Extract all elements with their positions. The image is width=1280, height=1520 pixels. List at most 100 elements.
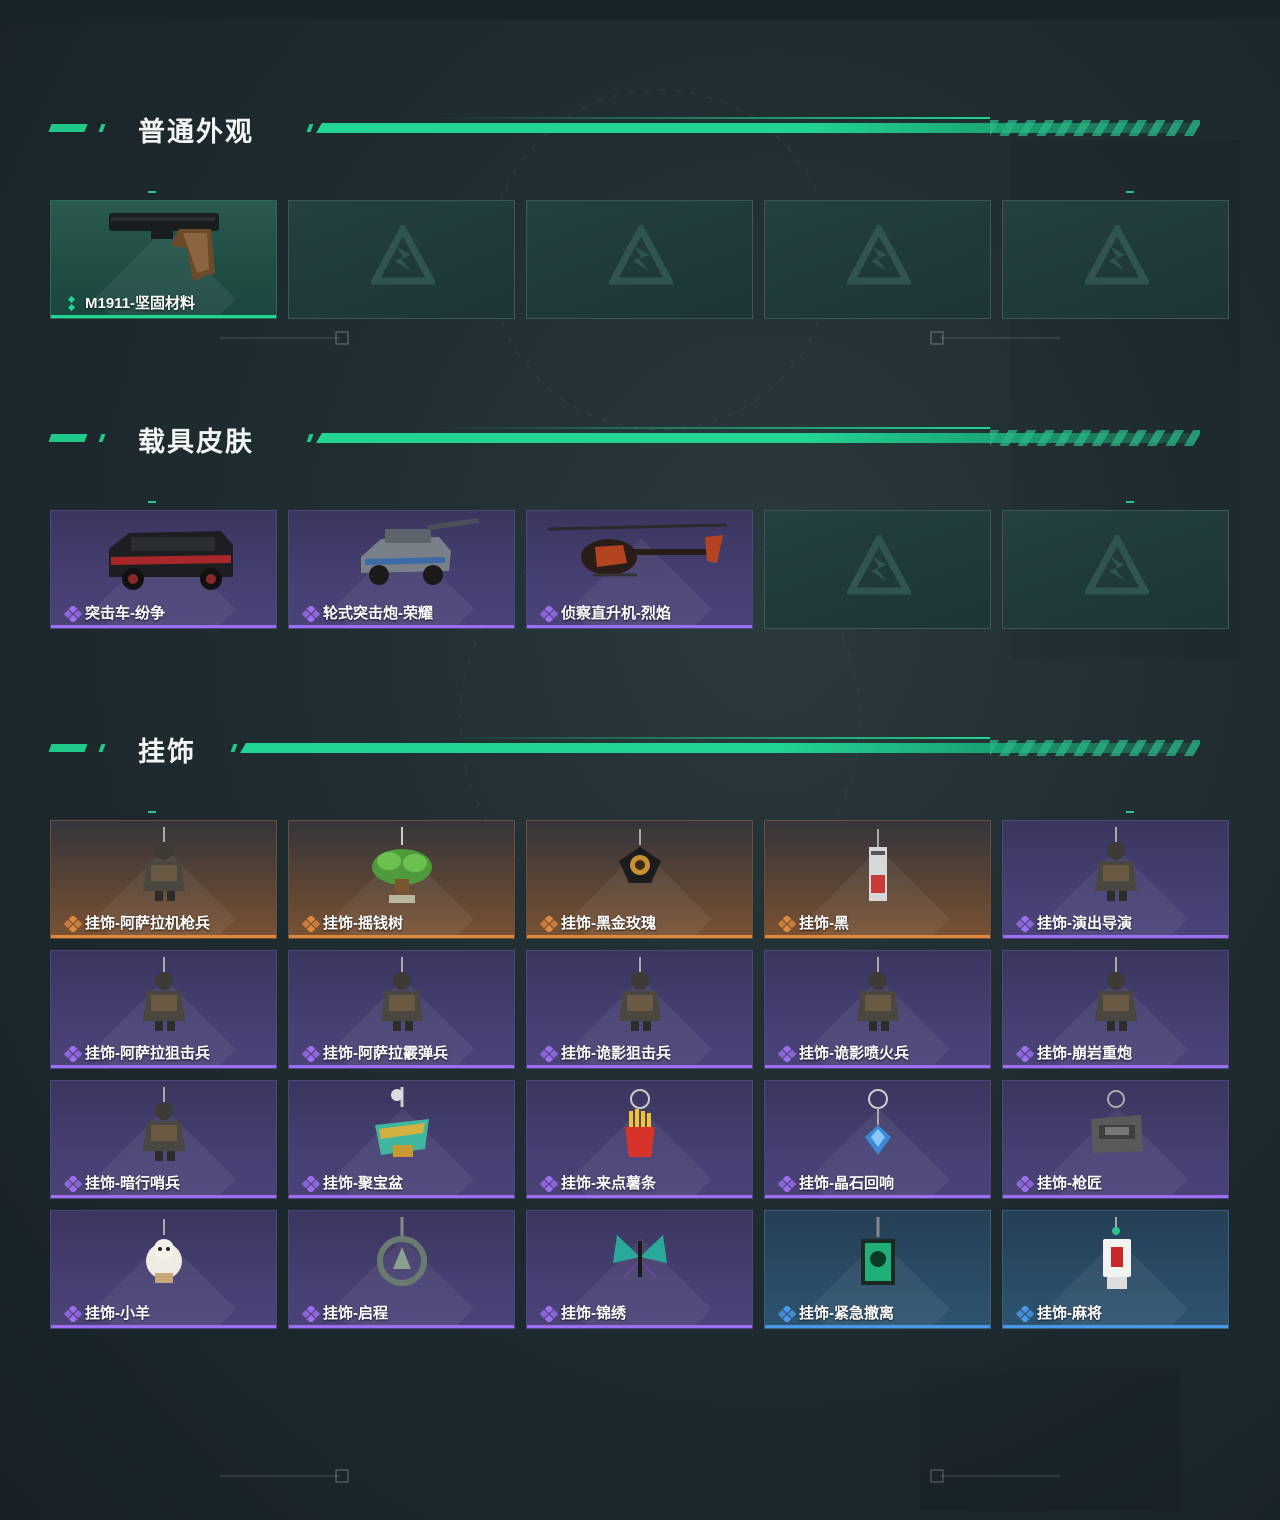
rarity-bar xyxy=(289,1325,514,1328)
item-card[interactable]: 突击车-纷争 xyxy=(50,510,277,629)
diamond-cluster-icon xyxy=(301,1304,321,1324)
header-accent-dash xyxy=(48,434,88,442)
item-card[interactable]: 挂饰-阿萨拉霰弹兵 xyxy=(288,950,515,1069)
item-name: 挂饰-崩岩重炮 xyxy=(1037,1045,1132,1062)
diamond-cluster-icon xyxy=(1015,1174,1035,1194)
diamond-cluster-icon xyxy=(539,604,559,624)
item-name: 挂饰-锦绣 xyxy=(561,1305,626,1322)
diamond-cluster-icon xyxy=(63,1174,83,1194)
diamond-cluster-icon xyxy=(539,1044,559,1064)
diamond-cluster-icon xyxy=(63,1044,83,1064)
section-title: 普通外观 xyxy=(138,117,254,147)
corner-mark xyxy=(1126,191,1134,193)
item-card[interactable]: 轮式突击炮-荣耀 xyxy=(288,510,515,629)
item-card[interactable]: 挂饰-诡影喷火兵 xyxy=(764,950,991,1069)
item-name: 挂饰-阿萨拉狙击兵 xyxy=(85,1045,210,1062)
rarity-bar xyxy=(1003,1195,1228,1198)
section-title: 挂饰 xyxy=(138,737,196,767)
corner-mark xyxy=(148,501,156,503)
item-card[interactable]: 挂饰-摇钱树 xyxy=(288,820,515,939)
item-card[interactable]: 挂饰-麻将 xyxy=(1002,1210,1229,1329)
rarity-bar xyxy=(289,1195,514,1198)
rarity-bar xyxy=(765,1325,990,1328)
item-card[interactable]: 挂饰-暗行哨兵 xyxy=(50,1080,277,1199)
header-thin-line xyxy=(430,737,990,739)
header-accent-dash xyxy=(98,124,106,132)
diamond-cluster-icon xyxy=(301,1044,321,1064)
rarity-bar xyxy=(51,1325,276,1328)
rarity-bar xyxy=(289,935,514,938)
item-card[interactable]: 挂饰-锦绣 xyxy=(526,1210,753,1329)
section-header: 载具皮肤 xyxy=(0,418,1280,458)
header-checker-pattern xyxy=(990,120,1200,136)
section-title: 载具皮肤 xyxy=(138,427,254,457)
rarity-bar xyxy=(527,625,752,628)
diamond-cluster-icon xyxy=(301,1174,321,1194)
item-name: 挂饰-晶石回响 xyxy=(799,1175,894,1192)
rarity-bar xyxy=(527,1195,752,1198)
item-name: 挂饰-黑 xyxy=(799,915,849,932)
item-name: 挂饰-枪匠 xyxy=(1037,1175,1102,1192)
diamond-cluster-icon xyxy=(539,1304,559,1324)
empty-item-slot xyxy=(288,200,515,319)
rarity-bar xyxy=(765,935,990,938)
item-card[interactable]: 挂饰-黑金玫瑰 xyxy=(526,820,753,939)
diamond-cluster-icon xyxy=(777,1304,797,1324)
item-card[interactable]: 挂饰-崩岩重炮 xyxy=(1002,950,1229,1069)
section-header: 挂饰 xyxy=(0,728,1280,768)
empty-item-slot xyxy=(1002,200,1229,319)
diamond-cluster-icon xyxy=(1015,914,1035,934)
item-card[interactable]: 侦察直升机-烈焰 xyxy=(526,510,753,629)
item-card[interactable]: 挂饰-紧急撤离 xyxy=(764,1210,991,1329)
diamond-cluster-icon xyxy=(63,295,83,312)
diamond-cluster-icon xyxy=(63,604,83,624)
rarity-bar xyxy=(1003,935,1228,938)
header-thin-line xyxy=(430,427,990,429)
diamond-cluster-icon xyxy=(539,914,559,934)
item-name: 轮式突击炮-荣耀 xyxy=(323,605,433,622)
item-card[interactable]: 挂饰-来点薯条 xyxy=(526,1080,753,1199)
corner-mark xyxy=(148,191,156,193)
corner-mark xyxy=(1126,501,1134,503)
item-name: 挂饰-摇钱树 xyxy=(323,915,403,932)
header-accent-dash xyxy=(306,434,314,442)
header-accent-dash xyxy=(98,744,106,752)
item-name: 挂饰-诡影狙击兵 xyxy=(561,1045,671,1062)
empty-item-slot xyxy=(764,510,991,629)
item-name: 挂饰-麻将 xyxy=(1037,1305,1102,1322)
rarity-bar xyxy=(51,315,276,318)
item-name: 挂饰-启程 xyxy=(323,1305,388,1322)
rarity-bar xyxy=(51,1195,276,1198)
diamond-cluster-icon xyxy=(301,914,321,934)
rarity-bar xyxy=(51,1065,276,1068)
header-accent-dash xyxy=(306,124,314,132)
diamond-cluster-icon xyxy=(63,1304,83,1324)
item-card[interactable]: 挂饰-小羊 xyxy=(50,1210,277,1329)
item-card[interactable]: 挂饰-聚宝盆 xyxy=(288,1080,515,1199)
rarity-bar xyxy=(527,1065,752,1068)
item-card[interactable]: 挂饰-阿萨拉狙击兵 xyxy=(50,950,277,1069)
item-name: 挂饰-聚宝盆 xyxy=(323,1175,403,1192)
top-bar xyxy=(0,0,1280,20)
item-card[interactable]: 挂饰-阿萨拉机枪兵 xyxy=(50,820,277,939)
rarity-bar xyxy=(765,1195,990,1198)
item-card[interactable]: 挂饰-演出导演 xyxy=(1002,820,1229,939)
empty-item-slot xyxy=(526,200,753,319)
item-card[interactable]: 挂饰-黑 xyxy=(764,820,991,939)
item-card[interactable]: 挂饰-晶石回响 xyxy=(764,1080,991,1199)
item-card[interactable]: M1911-坚固材料 xyxy=(50,200,277,319)
rarity-bar xyxy=(289,625,514,628)
diamond-cluster-icon xyxy=(301,604,321,624)
item-name: 挂饰-黑金玫瑰 xyxy=(561,915,656,932)
item-name: 挂饰-暗行哨兵 xyxy=(85,1175,180,1192)
item-name: 挂饰-阿萨拉机枪兵 xyxy=(85,915,210,932)
item-card[interactable]: 挂饰-启程 xyxy=(288,1210,515,1329)
header-accent-dash xyxy=(98,434,106,442)
rarity-bar xyxy=(51,935,276,938)
header-thin-line xyxy=(430,117,990,119)
item-card[interactable]: 挂饰-枪匠 xyxy=(1002,1080,1229,1199)
empty-item-slot xyxy=(1002,510,1229,629)
corner-mark xyxy=(1126,811,1134,813)
item-card[interactable]: 挂饰-诡影狙击兵 xyxy=(526,950,753,1069)
rarity-bar xyxy=(1003,1065,1228,1068)
